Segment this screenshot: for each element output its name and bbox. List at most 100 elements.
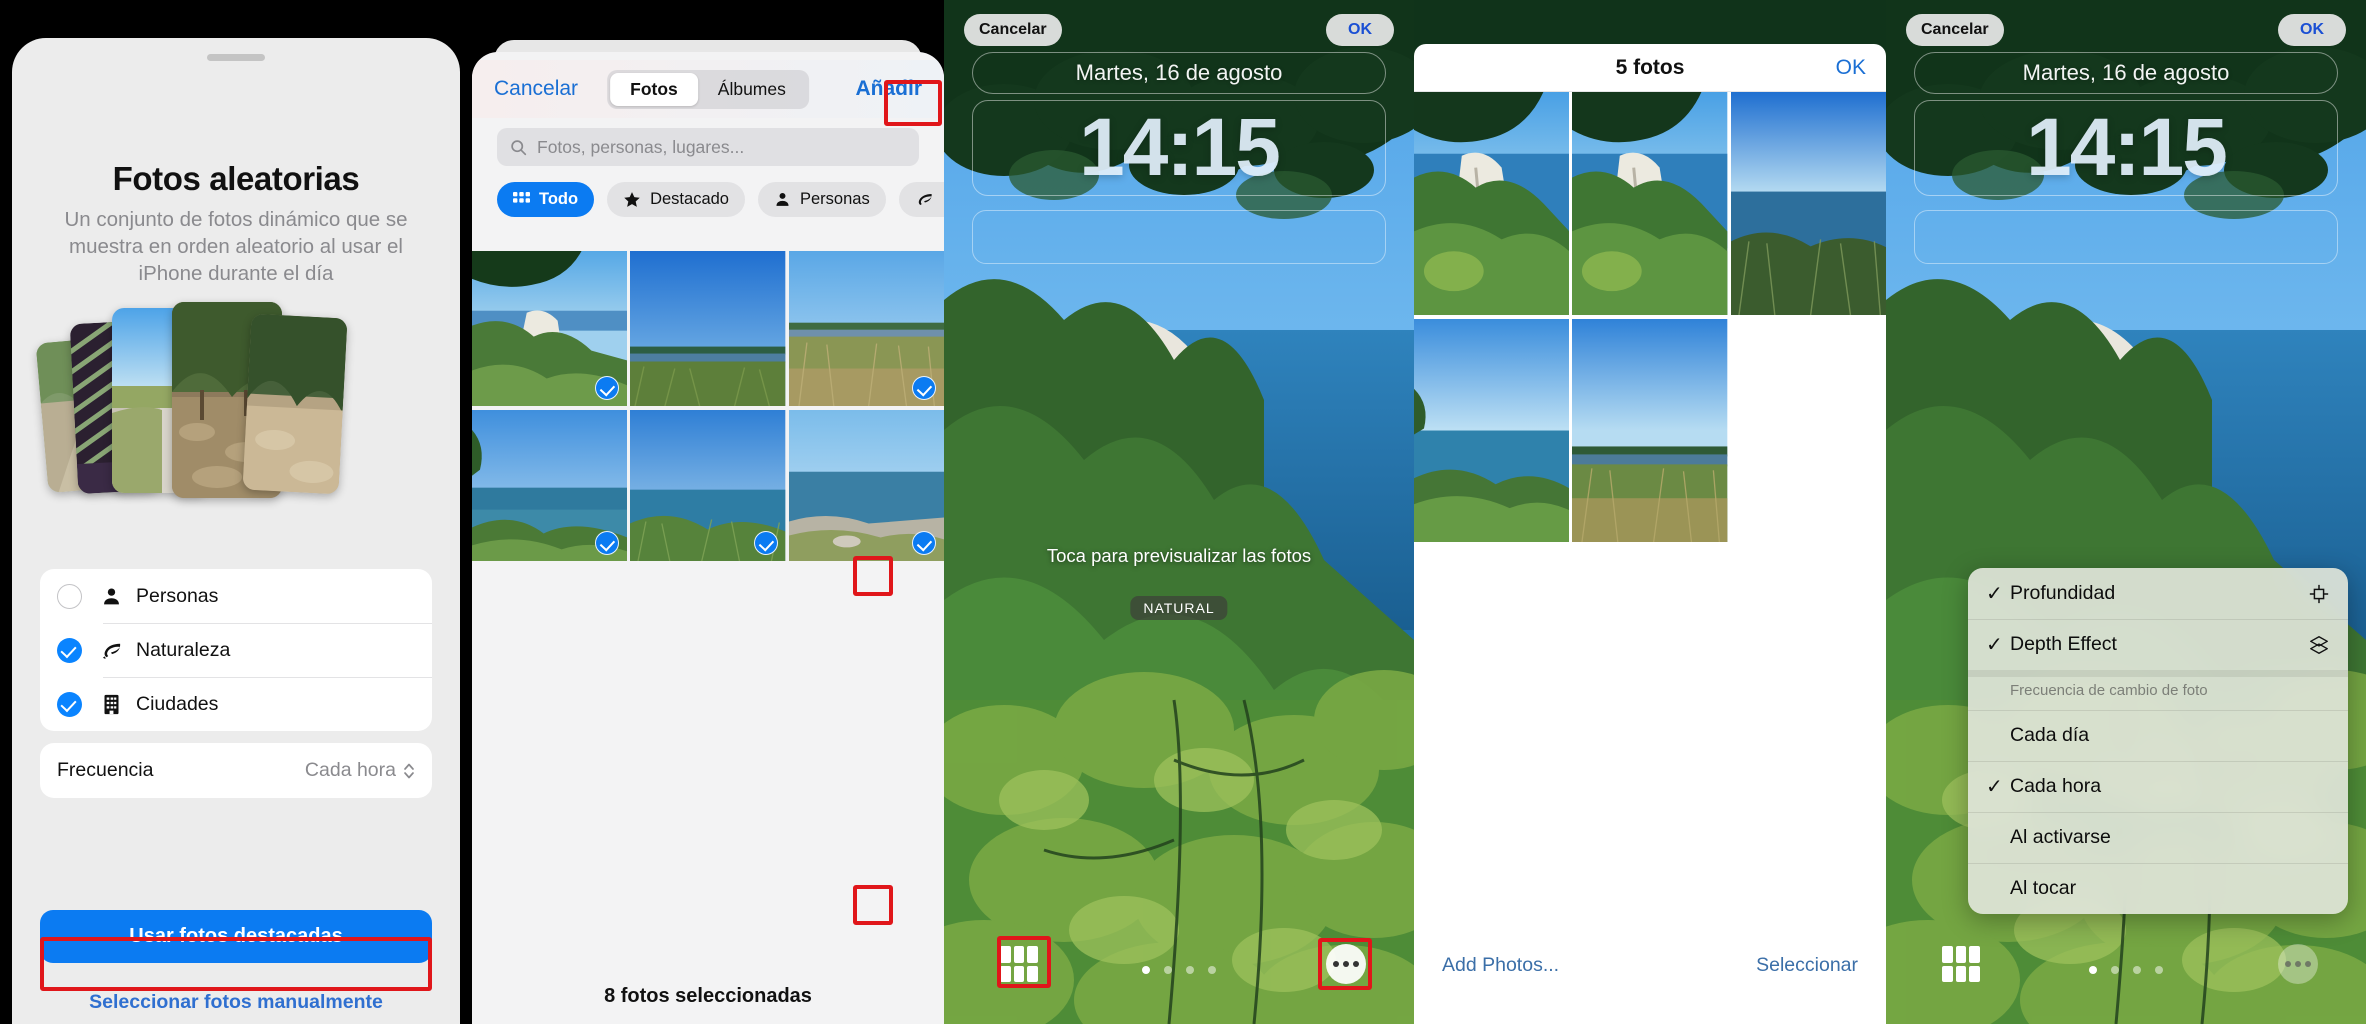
date-widget-slot[interactable]: Martes, 16 de agosto [972, 52, 1386, 94]
sheet-navbar: 5 fotos OK [1414, 44, 1886, 92]
sheet-grabber[interactable] [207, 54, 265, 61]
cancel-button[interactable]: Cancelar [964, 14, 1062, 46]
selected-photo-grid [1414, 92, 1886, 543]
photo-grid-icon[interactable] [1000, 946, 1038, 982]
chip-naturaleza[interactable]: Na [898, 182, 944, 217]
page-dots[interactable] [1142, 966, 1216, 974]
menu-item-label: Profundidad [2010, 582, 2116, 604]
option-label: Personas [136, 584, 219, 607]
panel-lock-screen-preview: Cancelar OK Martes, 16 de agosto 14:15 T… [944, 0, 1414, 1024]
add-button[interactable]: Añadir [855, 77, 922, 101]
frequency-value: Cada hora [304, 759, 396, 781]
checkmark-icon: ✓ [1986, 634, 2003, 656]
page-subtitle: Un conjunto de fotos dinámico que se mue… [64, 208, 408, 285]
photo-cell[interactable] [472, 251, 628, 407]
menu-item-al-tocar[interactable]: Al tocar [1968, 863, 2348, 914]
photo-cell[interactable] [788, 251, 944, 407]
lock-screen-date: Martes, 16 de agosto [2022, 60, 2230, 85]
photo-cell[interactable] [472, 410, 628, 562]
more-options-icon[interactable] [1326, 944, 1366, 984]
tab-albumes[interactable]: Álbumes [698, 73, 806, 106]
person-icon [96, 586, 126, 607]
category-options-card: Personas Naturaleza Ciudades [40, 569, 432, 731]
filter-badge: NATURAL [1130, 596, 1228, 620]
ok-button[interactable]: OK [2278, 14, 2346, 46]
frequency-value-wrap[interactable]: Cada hora [305, 759, 415, 782]
random-photos-sheet: Fotos aleatorias Un conjunto de fotos di… [12, 38, 460, 1024]
use-featured-photos-button[interactable]: Usar fotos destacadas [40, 910, 432, 963]
panel-selected-photos: 5 fotos OK Add Photos... Seleccionar [1414, 0, 1886, 1024]
page-dots[interactable] [2089, 966, 2163, 974]
option-label: Naturaleza [136, 638, 231, 661]
photo-cell[interactable] [630, 251, 786, 407]
selected-badge[interactable] [911, 376, 936, 400]
menu-section-header: Frecuencia de cambio de foto [1968, 670, 2348, 710]
ok-button[interactable]: OK [1326, 14, 1394, 46]
checkbox-naturaleza[interactable] [57, 637, 82, 663]
photo-cell[interactable] [1572, 319, 1728, 543]
photo-cell[interactable] [1414, 319, 1570, 543]
widgets-slot[interactable] [1914, 210, 2338, 264]
search-icon [510, 139, 527, 156]
photo-grid-icon[interactable] [1942, 946, 1980, 982]
cancel-button[interactable]: Cancelar [494, 77, 578, 101]
search-input[interactable]: Fotos, personas, lugares... [497, 128, 919, 166]
star-icon [623, 191, 641, 209]
menu-item-cada-hora[interactable]: ✓ Cada hora [1968, 761, 2348, 812]
clock-widget-slot[interactable]: 14:15 [1914, 100, 2338, 196]
menu-item-label: Depth Effect [2010, 633, 2117, 655]
select-photos-manually-button[interactable]: Seleccionar fotos manualmente [54, 980, 418, 1024]
photo-cell[interactable] [1730, 92, 1886, 316]
lock-screen-date: Martes, 16 de agosto [1075, 60, 1283, 85]
option-row-naturaleza[interactable]: Naturaleza [40, 623, 432, 677]
menu-item-profundidad[interactable]: ✓ Profundidad [1968, 568, 2348, 619]
date-widget-slot[interactable]: Martes, 16 de agosto [1914, 52, 2338, 94]
person-icon [774, 191, 791, 208]
screenshot-stage: Fotos aleatorias Un conjunto de fotos di… [0, 0, 2366, 1024]
context-menu: ✓ Profundidad ✓ Depth Effect Frecuencia … [1968, 568, 2348, 914]
leaf-icon [96, 639, 126, 662]
option-label: Ciudades [136, 692, 219, 715]
photo-cell[interactable] [1414, 92, 1570, 316]
photo-grid [472, 251, 944, 562]
layers-icon [2308, 634, 2330, 656]
sheet-footer: Add Photos... Seleccionar [1414, 906, 1886, 1024]
option-row-ciudades[interactable]: Ciudades [40, 677, 432, 731]
clock-widget-slot[interactable]: 14:15 [972, 100, 1386, 196]
cancel-button[interactable]: Cancelar [1906, 14, 2004, 46]
photo-cell[interactable] [788, 410, 944, 562]
chip-label: Todo [539, 190, 579, 208]
page-title: Fotos aleatorias [112, 160, 360, 197]
menu-item-al-activarse[interactable]: Al activarse [1968, 812, 2348, 863]
ok-button[interactable]: OK [1836, 56, 1866, 80]
menu-item-depth-effect[interactable]: ✓ Depth Effect [1968, 619, 2348, 670]
photo-cell[interactable] [630, 410, 786, 562]
filter-chips: Todo Destacado Personas [497, 182, 944, 217]
sheet-title: 5 fotos [1615, 55, 1685, 79]
widgets-slot[interactable] [972, 210, 1386, 264]
menu-item-label: Al tocar [2010, 877, 2077, 899]
photo-cell[interactable] [1572, 92, 1728, 316]
panel-lock-screen-menu: Cancelar OK Martes, 16 de agosto 14:15 ✓… [1886, 0, 2366, 1024]
frequency-card[interactable]: Frecuencia Cada hora [40, 743, 432, 798]
option-row-personas[interactable]: Personas [40, 569, 432, 623]
photo-fan-preview [12, 302, 460, 507]
picker-segmented-control[interactable]: Fotos Álbumes [607, 69, 809, 109]
leaf-icon [915, 190, 934, 209]
lock-screen-clock: 14:15 [1079, 102, 1281, 193]
menu-item-cada-dia[interactable]: Cada día [1968, 710, 2348, 761]
chip-personas[interactable]: Personas [757, 182, 886, 217]
chip-destacado[interactable]: Destacado [607, 182, 745, 217]
checkmark-icon: ✓ [1986, 583, 2003, 605]
chip-label: Personas [799, 190, 870, 208]
tab-fotos[interactable]: Fotos [610, 72, 698, 106]
checkbox-ciudades[interactable] [57, 691, 82, 717]
checkbox-personas[interactable] [57, 583, 82, 609]
more-options-icon[interactable] [2278, 944, 2318, 984]
selected-badge[interactable] [753, 531, 778, 555]
selected-badge[interactable] [911, 531, 936, 555]
chip-todo[interactable]: Todo [497, 182, 595, 217]
select-button[interactable]: Seleccionar [1756, 954, 1858, 977]
add-photos-button[interactable]: Add Photos... [1442, 954, 1559, 977]
frequency-row[interactable]: Frecuencia Cada hora [40, 743, 432, 798]
